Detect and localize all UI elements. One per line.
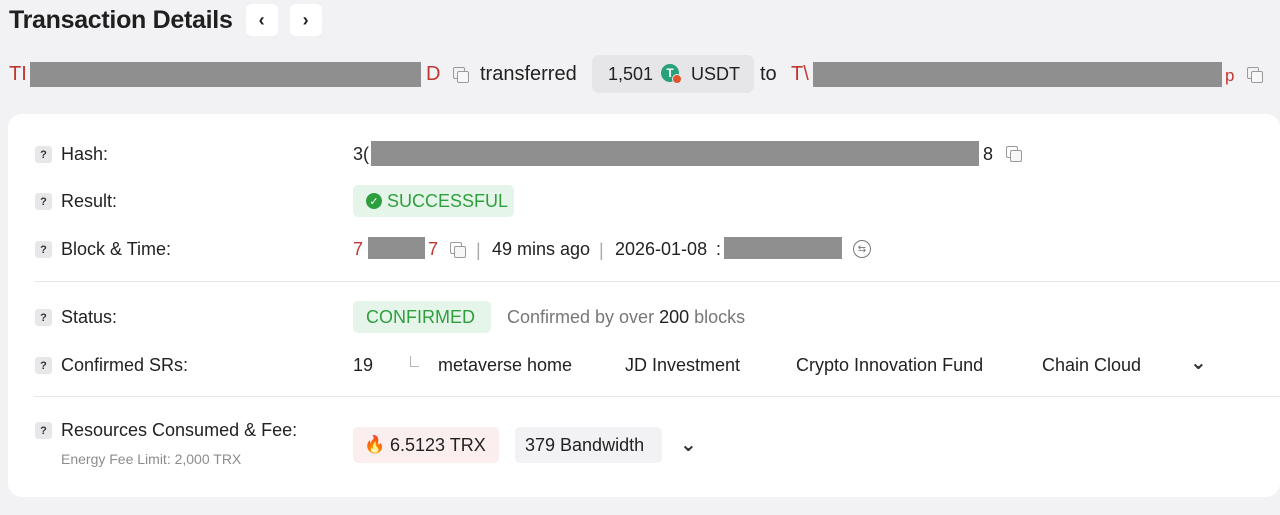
redacted-to-address	[813, 62, 1222, 87]
block-date-tail: :	[716, 239, 722, 259]
transferred-text: transferred	[480, 63, 577, 85]
token-symbol: USDT	[691, 64, 740, 84]
chevron-right-icon: ›	[302, 9, 309, 30]
from-address-suffix[interactable]: D	[426, 63, 440, 86]
sr-count: 19	[353, 355, 374, 375]
separator: |	[599, 240, 604, 260]
to-address-prefix[interactable]: T\	[791, 63, 809, 86]
hash-prefix: 3(	[353, 144, 370, 164]
flame-icon: 🔥	[364, 435, 386, 454]
check-circle-icon: ✓	[366, 193, 382, 209]
previous-transaction-button[interactable]: ‹	[245, 4, 278, 36]
chevron-left-icon: ‹	[258, 9, 265, 30]
result-badge: ✓ SUCCESSFUL	[353, 185, 514, 217]
trx-fee: 6.5123 TRX	[390, 435, 486, 455]
result-value: SUCCESSFUL	[387, 191, 509, 211]
help-icon[interactable]: ?	[35, 146, 52, 163]
help-icon[interactable]: ?	[35, 241, 52, 258]
hash-suffix: 8	[983, 144, 994, 164]
transfer-summary: TI D transferred 1,501 T USDT to T\ p	[0, 55, 1280, 93]
copy-icon[interactable]	[453, 67, 469, 83]
redacted-time	[724, 237, 842, 259]
confirmation-note: Confirmed by over 200 blocks	[507, 307, 745, 328]
help-icon[interactable]: ?	[35, 193, 52, 210]
details-card: ? Hash: 3( 8 ? Result: ✓ SUCCESSFUL ? Bl…	[8, 114, 1280, 497]
copy-icon[interactable]	[450, 242, 466, 258]
to-address-suffix[interactable]: p	[1225, 66, 1234, 86]
separator: |	[476, 240, 481, 260]
token-badge-icon	[672, 74, 682, 84]
resources-label: Resources Consumed & Fee:	[61, 420, 298, 440]
page-title: Transaction Details	[9, 5, 233, 34]
confirmed-srs-label: Confirmed SRs:	[61, 355, 189, 375]
expand-resources-chevron-icon[interactable]: ⌄	[680, 432, 697, 457]
block-time-label: Block & Time:	[61, 239, 172, 259]
token-amount: 1,501	[608, 64, 654, 84]
block-age: 49 mins ago	[492, 239, 591, 259]
to-text: to	[760, 63, 777, 85]
bandwidth-value: 379 Bandwidth	[525, 435, 645, 455]
from-address-prefix[interactable]: TI	[9, 63, 27, 86]
block-suffix[interactable]: 7	[428, 239, 438, 260]
copy-icon[interactable]	[1247, 67, 1263, 83]
status-value: CONFIRMED	[366, 307, 475, 327]
redacted-hash	[371, 141, 979, 166]
redacted-block-number	[368, 237, 425, 259]
confirmation-note-suffix: blocks	[694, 307, 746, 327]
next-transaction-button[interactable]: ›	[289, 4, 322, 36]
redacted-from-address	[30, 62, 421, 87]
block-prefix[interactable]: 7	[353, 239, 363, 260]
token-amount-chip[interactable]: 1,501 T USDT	[592, 55, 754, 93]
sr-tree-icon	[410, 356, 419, 367]
hash-label: Hash:	[61, 144, 109, 164]
help-icon[interactable]: ?	[35, 422, 52, 439]
expand-srs-chevron-icon[interactable]: ⌄	[1190, 350, 1207, 375]
block-date: 2026-01-08	[615, 239, 708, 259]
sr-item[interactable]: JD Investment	[625, 355, 740, 376]
divider	[34, 281, 1280, 282]
title-row: Transaction Details ‹ ›	[9, 3, 322, 37]
help-icon[interactable]: ?	[35, 357, 52, 374]
divider	[34, 396, 1280, 397]
result-label: Result:	[61, 191, 118, 211]
status-label: Status:	[61, 307, 118, 327]
confirmation-count: 200	[659, 307, 690, 327]
copy-icon[interactable]	[1006, 146, 1022, 162]
energy-fee-limit: Energy Fee Limit: 2,000 TRX	[61, 451, 242, 467]
timezone-toggle-icon[interactable]: ⇆	[853, 240, 871, 258]
bandwidth-chip: 379 Bandwidth	[515, 427, 662, 463]
trx-fee-chip: 🔥 6.5123 TRX	[353, 427, 499, 463]
confirmation-note-prefix: Confirmed by over	[507, 307, 655, 327]
sr-item[interactable]: Chain Cloud	[1042, 355, 1141, 376]
status-badge: CONFIRMED	[353, 301, 491, 333]
sr-item[interactable]: Crypto Innovation Fund	[796, 355, 983, 376]
sr-item[interactable]: metaverse home	[438, 355, 572, 376]
help-icon[interactable]: ?	[35, 309, 52, 326]
